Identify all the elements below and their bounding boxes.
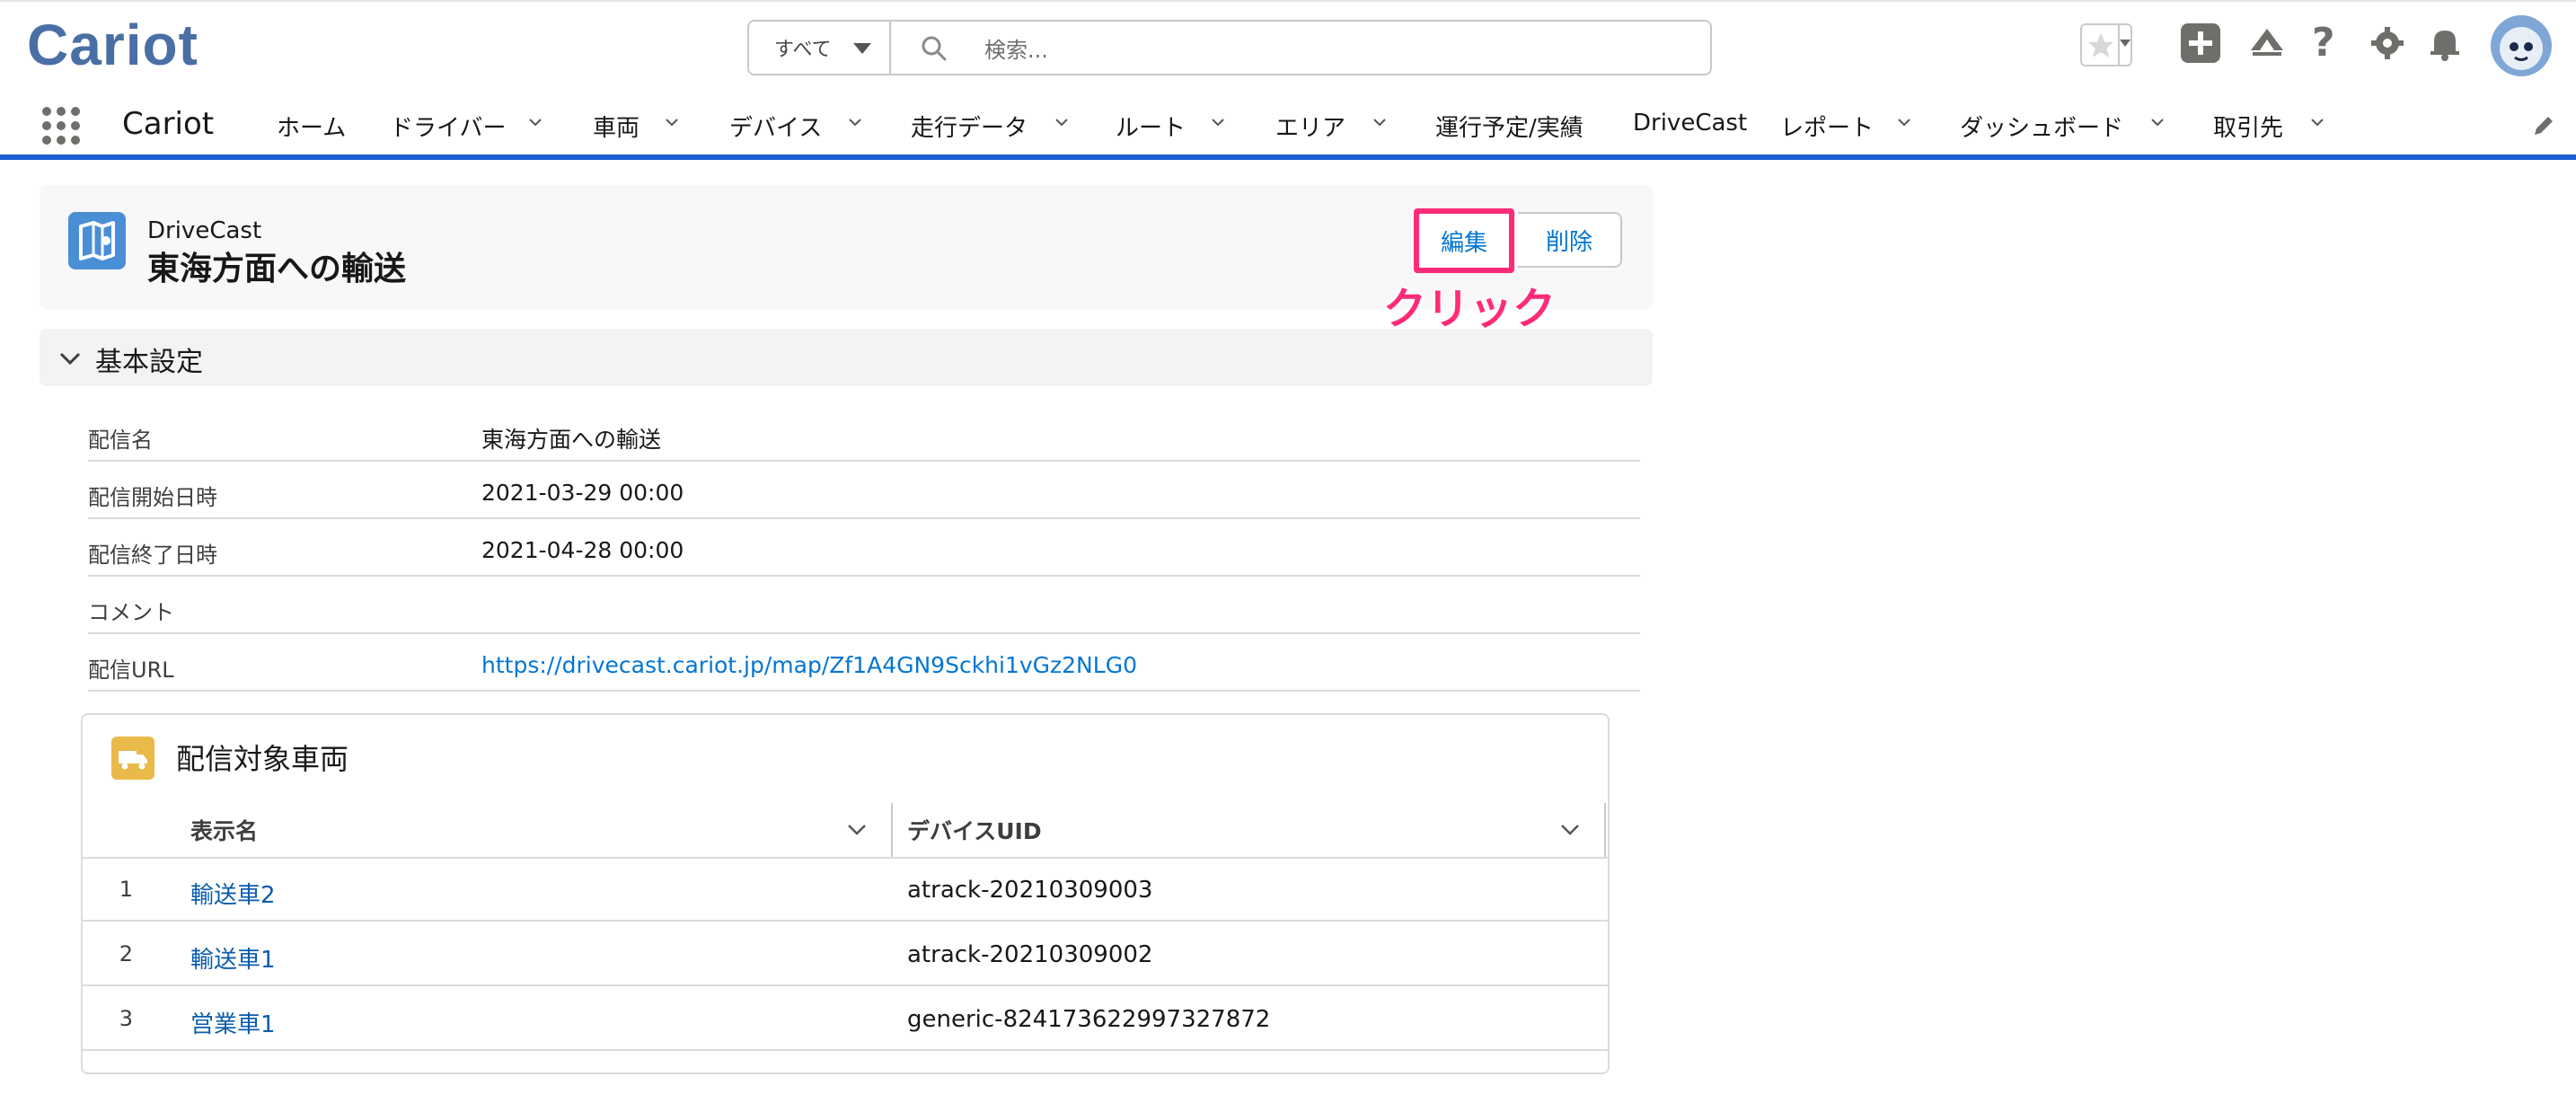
record-title: 東海方面への輸送 [147, 251, 407, 287]
related-list-target-vehicles: 配信対象車両 表示名 デバイスUID 1 輸送車2 atrack-2021030… [81, 713, 1610, 1074]
app-name: Cariot [122, 106, 215, 142]
chevron-down-icon[interactable] [848, 115, 862, 129]
field-row: 配信開始日時 2021-03-29 00:00 [88, 460, 1640, 519]
device-uid: atrack-20210309003 [907, 877, 1153, 904]
object-name: DriveCast [147, 217, 262, 244]
global-header: Cariot すべて 検索... ? [0, 0, 2576, 93]
global-actions-icon[interactable] [2181, 23, 2220, 63]
nav-item-drivecast[interactable]: DriveCast [1633, 110, 1747, 137]
chevron-down-icon[interactable] [57, 349, 83, 372]
trailhead-icon[interactable] [2247, 23, 2287, 63]
nav-item-home[interactable]: ホーム [277, 110, 346, 143]
field-value: 東海方面への輸送 [481, 427, 662, 453]
edit-nav-pencil-icon[interactable] [2531, 113, 2556, 142]
section-basic-settings[interactable]: 基本設定 [40, 329, 1653, 386]
row-number: 2 [119, 941, 133, 966]
click-annotation: クリック [1383, 284, 1557, 334]
nav-item-areas[interactable]: エリア [1275, 110, 1345, 143]
related-list-title: 配信対象車両 [176, 742, 349, 776]
device-uid: generic-824173622997327872 [907, 1006, 1271, 1033]
chevron-down-icon [853, 43, 871, 54]
column-divider[interactable] [891, 803, 893, 857]
chevron-down-icon[interactable] [665, 115, 679, 129]
column-header-device-uid[interactable]: デバイスUID [907, 814, 1042, 846]
drivecast-object-icon [68, 212, 126, 269]
field-label: コメント [88, 600, 174, 625]
chevron-down-icon[interactable] [2310, 115, 2325, 129]
field-value: 2021-03-29 00:00 [481, 480, 684, 506]
nav-item-accounts[interactable]: 取引先 [2213, 110, 2283, 143]
chevron-down-icon[interactable] [846, 823, 868, 837]
field-row: 配信名 東海方面への輸送 [88, 402, 1640, 462]
gear-icon[interactable] [2368, 23, 2407, 63]
favorites-dropdown-icon [2120, 40, 2130, 47]
field-row: 配信終了日時 2021-04-28 00:00 [88, 517, 1640, 577]
table-row: 2 輸送車1 atrack-20210309002 [83, 922, 1608, 986]
field-label: 配信終了日時 [88, 543, 217, 568]
app-navigation: Cariot ホーム ドライバー 車両 デバイス 走行データ ルート エリア 運… [0, 93, 2576, 160]
section-title: 基本設定 [95, 347, 203, 378]
edit-button[interactable]: 編集 [1414, 208, 1514, 273]
search-icon [920, 34, 948, 66]
cariot-logo[interactable]: Cariot [27, 13, 212, 77]
table-row: 3 営業車1 generic-824173622997327872 [83, 986, 1608, 1051]
chevron-down-icon[interactable] [1897, 115, 1911, 129]
search-input[interactable]: 検索... [984, 32, 1048, 64]
field-value: 2021-04-28 00:00 [481, 537, 684, 563]
vehicle-name-link[interactable]: 営業車1 [190, 1006, 276, 1039]
column-header-display-name[interactable]: 表示名 [190, 814, 258, 846]
field-label: 配信URL [88, 657, 174, 683]
global-search: すべて 検索... [747, 20, 1712, 75]
help-icon[interactable]: ? [2312, 23, 2348, 66]
row-number: 3 [119, 1006, 133, 1031]
field-label: 配信開始日時 [88, 485, 217, 510]
nav-item-schedules[interactable]: 運行予定/実績 [1435, 110, 1584, 143]
device-uid: atrack-20210309002 [907, 941, 1153, 968]
bell-icon[interactable] [2425, 23, 2465, 63]
vehicle-name-link[interactable]: 輸送車1 [190, 941, 276, 975]
chevron-down-icon[interactable] [528, 115, 543, 129]
delivery-url-link[interactable]: https://drivecast.cariot.jp/map/Zf1A4GN9… [481, 652, 1137, 678]
chevron-down-icon[interactable] [1211, 115, 1225, 129]
row-number: 1 [119, 877, 133, 902]
nav-item-reports[interactable]: レポート [1780, 110, 1874, 143]
search-scope-label: すべて [774, 39, 832, 61]
favorites-button[interactable] [2080, 23, 2132, 66]
star-icon [2087, 32, 2114, 57]
chevron-down-icon[interactable] [1054, 115, 1069, 129]
app-launcher-icon[interactable] [41, 106, 81, 146]
chevron-down-icon[interactable] [1559, 823, 1581, 837]
chevron-down-icon[interactable] [1372, 115, 1387, 129]
delete-button[interactable]: 削除 [1518, 212, 1622, 268]
nav-item-dashboards[interactable]: ダッシュボード [1960, 110, 2123, 143]
field-row: コメント [88, 575, 1640, 634]
table-row: 1 輸送車2 atrack-20210309003 [83, 857, 1608, 922]
nav-item-drivers[interactable]: ドライバー [390, 110, 506, 143]
nav-item-driving-data[interactable]: 走行データ [911, 110, 1028, 143]
column-divider[interactable] [1604, 803, 1606, 857]
nav-item-vehicles[interactable]: 車両 [593, 110, 640, 143]
avatar[interactable] [2490, 14, 2553, 77]
chevron-down-icon[interactable] [2150, 115, 2165, 129]
logo-text: Cariot [27, 14, 198, 77]
vehicle-name-link[interactable]: 輸送車2 [190, 877, 276, 910]
table-header: 表示名 デバイスUID [83, 798, 1608, 859]
field-row: 配信URL https://drivecast.cariot.jp/map/Zf… [88, 632, 1640, 692]
nav-item-devices[interactable]: デバイス [729, 110, 822, 143]
nav-item-routes[interactable]: ルート [1116, 110, 1186, 143]
field-label: 配信名 [88, 428, 153, 453]
search-scope-select[interactable]: すべて [749, 22, 891, 74]
truck-icon [111, 737, 154, 780]
